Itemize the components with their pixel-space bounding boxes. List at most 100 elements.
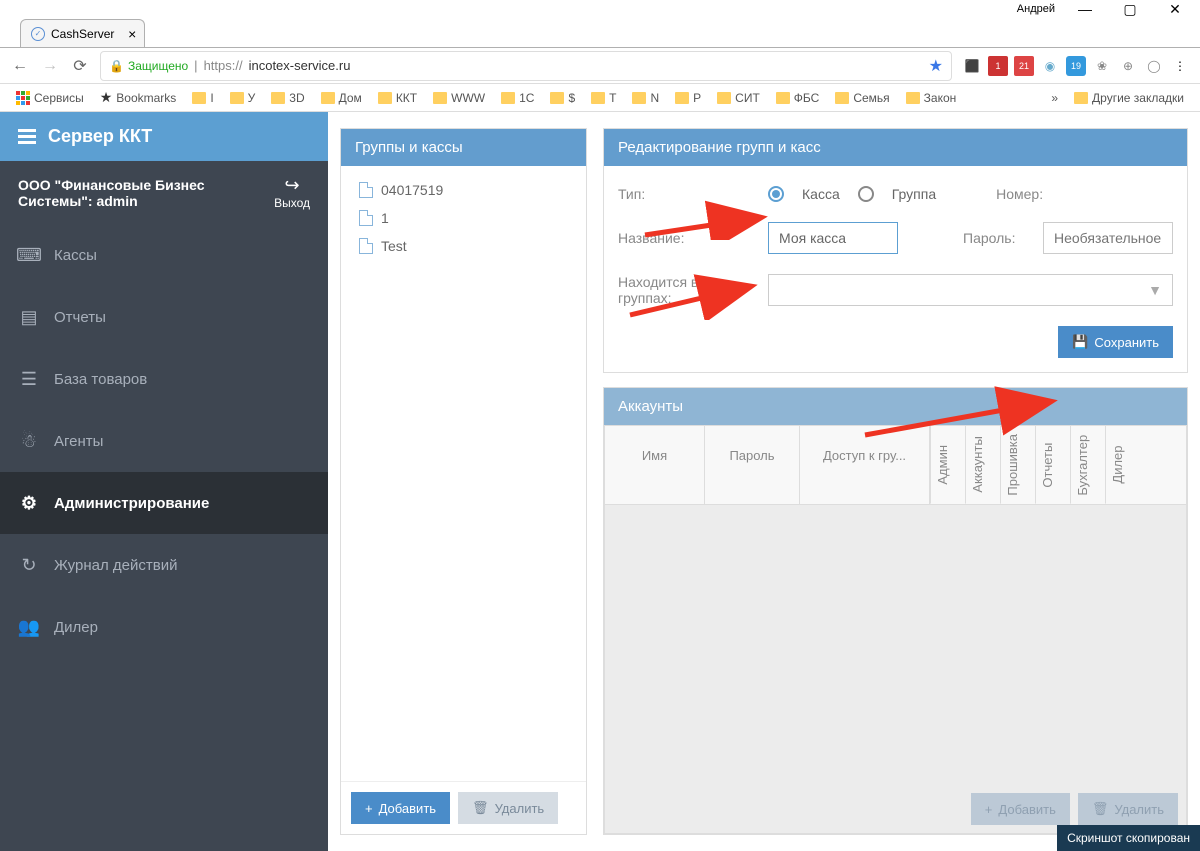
delete-account-button[interactable]: 🗑Удалить [1078,793,1178,825]
ext-icon-5[interactable]: ❀ [1092,56,1112,76]
ext-icon-7[interactable]: ◯ [1144,56,1164,76]
trash-icon: 🗑 [472,800,489,816]
folder-3d[interactable]: 3D [265,88,310,108]
folder-semya[interactable]: Семья [829,88,895,108]
tree-item[interactable]: 1 [355,204,572,232]
chevron-down-icon: ▼ [1148,282,1162,298]
sidebar: Сервер ККТ ООО "Финансовые Бизнес Систем… [0,112,328,851]
agent-icon: ☃ [18,430,40,452]
edit-panel-title: Редактирование групп и касс [604,129,1187,166]
reload-button[interactable]: ⟳ [70,56,90,76]
logout-button[interactable]: ↪ Выход [274,175,310,210]
maximize-button[interactable]: ▢ [1115,1,1145,18]
url-bar[interactable]: 🔒 Защищено | https://incotex-service.ru … [100,51,952,81]
name-input[interactable] [768,222,898,254]
favicon-icon: ✓ [31,27,45,41]
folder-www[interactable]: WWW [427,88,491,108]
folder-kkt[interactable]: ККТ [372,88,423,108]
bookmarks-folder[interactable]: ★Bookmarks [94,86,183,109]
plus-icon: + [985,802,993,817]
trash-icon: 🗑 [1092,801,1109,817]
folder-zakon[interactable]: Закон [900,88,963,108]
groups-select[interactable]: ▼ [768,274,1173,306]
col-admin: Админ [930,426,965,504]
file-icon [359,210,373,226]
bookmark-star-icon[interactable]: ★ [929,56,943,76]
lock-icon: 🔒 [109,59,124,73]
nav-kassy[interactable]: ⌨ Кассы [0,224,328,286]
folder-t[interactable]: Т [585,88,622,108]
bookmark-overflow[interactable]: » [1045,88,1064,108]
save-button[interactable]: 💾Сохранить [1058,326,1173,358]
logout-icon: ↪ [274,175,310,196]
ext-icon-4[interactable]: 19 [1066,56,1086,76]
ext-icon-1[interactable]: 1 [988,56,1008,76]
other-bookmarks[interactable]: Другие закладки [1068,88,1190,108]
groups-tree: 04017519 1 Test [341,166,586,781]
nav-otchety[interactable]: ▤ Отчеты [0,286,328,348]
password-input[interactable] [1043,222,1173,254]
folder-dollar[interactable]: $ [544,88,581,108]
folder-icon [717,92,731,104]
ext-evernote-icon[interactable]: ⬛ [962,56,982,76]
name-label: Название: [618,230,708,246]
folder-icon [271,92,285,104]
browser-tab[interactable]: ✓ CashServer × [20,19,145,47]
radio-kassa[interactable] [768,186,784,202]
tab-close-icon[interactable]: × [128,26,136,42]
folder-icon [675,92,689,104]
calculator-icon: ⌨ [18,244,40,266]
col-pass: Пароль [705,426,800,504]
star-icon: ★ [100,89,113,106]
add-account-button[interactable]: +Добавить [971,793,1070,825]
hamburger-icon[interactable] [18,129,36,144]
forward-button[interactable]: → [40,56,60,76]
nav-zhurnal[interactable]: ↻ Журнал действий [0,534,328,596]
folder-icon [230,92,244,104]
col-grp: Доступ к гру... [800,426,930,504]
minimize-button[interactable]: — [1070,1,1100,17]
radio-gruppa[interactable] [858,186,874,202]
ext-icon-2[interactable]: 21 [1014,56,1034,76]
folder-n[interactable]: N [626,88,665,108]
org-name: ООО "Финансовые Бизнес Системы": admin [18,177,248,209]
folder-i[interactable]: I [186,88,219,108]
folder-fbs[interactable]: ФБС [770,88,826,108]
folder-sit[interactable]: СИТ [711,88,766,108]
window-titlebar: Андрей — ▢ ✕ [0,0,1200,18]
groups-panel: Группы и кассы 04017519 1 Test +Добавить… [340,128,587,835]
accounts-table-header: Имя Пароль Доступ к гру... Админ Аккаунт… [605,426,1186,505]
accounts-panel: Аккаунты Имя Пароль Доступ к гру... Адми… [603,387,1188,835]
radio-kassa-label: Касса [802,186,840,202]
ext-icon-3[interactable]: ◉ [1040,56,1060,76]
folder-1c[interactable]: 1С [495,88,540,108]
folder-icon [632,92,646,104]
folder-r[interactable]: Р [669,88,707,108]
nav-diler[interactable]: 👥 Дилер [0,596,328,658]
sidebar-user-block: ООО "Финансовые Бизнес Системы": admin ↪… [0,161,328,224]
folder-icon [501,92,515,104]
toast-notification: Скриншот скопирован [1057,825,1200,851]
folder-icon [591,92,605,104]
folder-dom[interactable]: Дом [315,88,368,108]
nav-baza-tovarov[interactable]: ☰ База товаров [0,348,328,410]
nav-admin[interactable]: ⚙ Администрирование [0,472,328,534]
bookmark-bar: Сервисы ★Bookmarks I У 3D Дом ККТ WWW 1С… [0,84,1200,112]
add-group-button[interactable]: +Добавить [351,792,450,824]
apps-shortcut[interactable]: Сервисы [10,88,90,108]
menu-icon[interactable]: ⋮ [1170,56,1190,76]
nav-agenty[interactable]: ☃ Агенты [0,410,328,472]
tree-item[interactable]: 04017519 [355,176,572,204]
gear-icon: ⚙ [18,492,40,514]
folder-u[interactable]: У [224,88,262,108]
tree-item[interactable]: Test [355,232,572,260]
secure-indicator: 🔒 Защищено [109,59,188,73]
document-icon: ▤ [18,306,40,328]
folder-icon [906,92,920,104]
ext-icon-6[interactable]: ⊕ [1118,56,1138,76]
plus-icon: + [365,801,373,816]
delete-group-button[interactable]: 🗑Удалить [458,792,558,824]
back-button[interactable]: ← [10,56,30,76]
close-button[interactable]: ✕ [1160,1,1190,18]
app-root: Сервер ККТ ООО "Финансовые Бизнес Систем… [0,112,1200,851]
